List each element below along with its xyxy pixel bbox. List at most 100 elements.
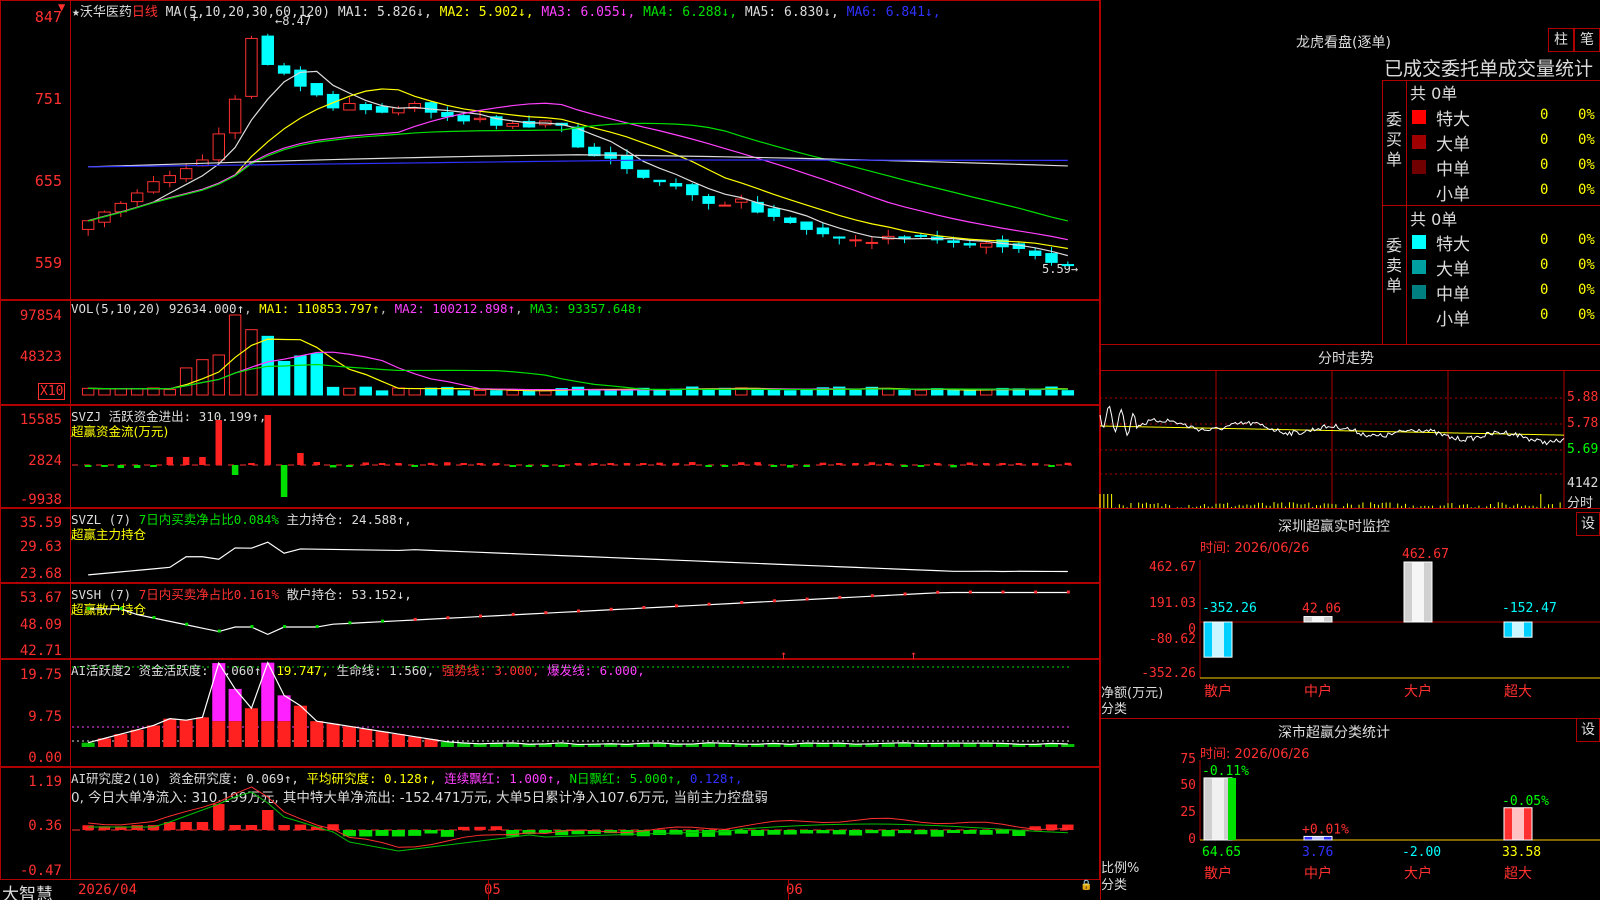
stats-title: 深市超赢分类统计 <box>1278 725 1390 741</box>
ai-bar <box>163 718 177 747</box>
order-type: 大单 <box>1436 260 1470 280</box>
monitor-axis-label: -352.26 <box>1141 666 1196 681</box>
research-bar <box>751 830 765 836</box>
ai-bar <box>81 742 95 747</box>
order-type: 中单 <box>1436 285 1470 305</box>
flow-bar <box>264 415 272 465</box>
svzj-chart[interactable] <box>72 405 1098 508</box>
candle-body <box>310 83 323 96</box>
buy-orders-label: 委买单 <box>1386 110 1403 169</box>
svsh-dot <box>870 594 874 598</box>
volume-bar <box>947 389 960 396</box>
research-bar <box>359 830 373 837</box>
monitor-settings-button[interactable]: 设 <box>1576 512 1600 536</box>
volume-bar <box>522 390 536 396</box>
candle-body <box>702 196 715 204</box>
order-type: 特大 <box>1436 110 1470 130</box>
vol-axis-top: 97854 <box>19 308 62 324</box>
candle-body <box>261 35 274 65</box>
ai-axis-0: 19.75 <box>19 667 62 683</box>
ai-bar <box>146 725 161 747</box>
svzl-axis-0: 35.59 <box>19 515 62 531</box>
ai-bar <box>310 721 324 747</box>
flow-bar <box>395 463 402 465</box>
candle-body <box>800 221 813 230</box>
ai-axis-1: 9.75 <box>28 709 62 725</box>
stats-xlabel: 分类 <box>1101 878 1128 893</box>
volume-bar <box>702 388 715 396</box>
flow-bar <box>754 462 761 465</box>
volume-bar <box>784 390 797 396</box>
divider <box>1406 80 1407 344</box>
lock-icon[interactable]: 🔒 <box>1080 880 1092 891</box>
candlestick-chart[interactable] <box>72 0 1098 300</box>
monitor-value-label: -352.26 <box>1202 601 1257 616</box>
svsh-chart[interactable] <box>72 583 1098 659</box>
order-pct: 0% <box>1578 257 1595 273</box>
price-axis-label: 847 <box>34 8 62 26</box>
tick <box>488 880 489 900</box>
svsh-dot <box>544 611 548 615</box>
candle-body <box>163 175 177 184</box>
volume-bar <box>179 367 193 396</box>
volume-bar <box>849 389 862 396</box>
svsh-axis-0: 53.67 <box>19 590 62 606</box>
flow-bar <box>525 465 533 467</box>
candle-body <box>179 168 193 180</box>
flow-bar <box>982 463 990 465</box>
stats-bar-accent <box>1228 777 1236 840</box>
svsh-dot <box>413 617 417 621</box>
svsh-dot <box>805 597 809 601</box>
candle-body <box>130 192 144 203</box>
candle-body <box>865 241 879 244</box>
ai-activity-chart[interactable]: ↑ ↑ <box>72 648 1098 767</box>
intraday-chart[interactable] <box>1099 370 1565 508</box>
flow-bar <box>933 463 941 465</box>
svsh-dot <box>838 595 842 599</box>
research-bar <box>947 830 961 834</box>
stats-top-label: -0.11% <box>1202 764 1249 779</box>
sell-total: 共 0单 <box>1410 210 1458 229</box>
date-label-apr: 2026/04 <box>78 882 138 898</box>
volume-bar <box>245 329 258 396</box>
volume-bar <box>800 389 813 396</box>
research-bar <box>474 826 486 830</box>
research-bar <box>1062 824 1074 830</box>
stats-axis-label: 0 <box>1188 832 1196 847</box>
research-bar <box>213 804 225 830</box>
monitor-category: 中户 <box>1304 683 1332 700</box>
stats-settings-button[interactable]: 设 <box>1576 718 1600 742</box>
research-bar <box>849 830 863 836</box>
flow-bar <box>721 465 729 467</box>
stats-category: 中户 <box>1304 865 1332 882</box>
research-bar <box>767 830 781 835</box>
svzl-chart[interactable] <box>72 508 1098 583</box>
flow-bar <box>901 465 908 467</box>
bar-view-button[interactable]: 柱 <box>1548 28 1574 52</box>
candle-body <box>228 98 242 134</box>
flow-bar <box>84 465 92 467</box>
ai-research-chart[interactable] <box>72 767 1098 880</box>
research-bar <box>196 822 209 830</box>
candle-body <box>343 103 356 111</box>
monitor-title: 深圳超赢实时监控 <box>1278 519 1390 535</box>
ai-bar <box>228 721 242 747</box>
flow-bar <box>117 465 125 468</box>
research-green-line <box>88 791 1068 852</box>
svsh-dot <box>1066 590 1070 594</box>
ai-burst-bar <box>212 663 226 722</box>
intraday-axis-0: 5.88 <box>1567 390 1599 405</box>
stats-category: 超大 <box>1504 866 1532 882</box>
research-bar <box>229 825 241 830</box>
order-pct: 0% <box>1578 282 1595 298</box>
research-bar <box>408 830 422 836</box>
volume-bar <box>571 386 585 396</box>
stats-top-label: +0.01% <box>1302 822 1349 837</box>
volume-chart[interactable] <box>72 300 1098 405</box>
monitor-axis-label: 462.67 <box>1149 560 1196 575</box>
stats-bar-highlight <box>1212 777 1224 840</box>
research-bar <box>424 830 438 834</box>
divider <box>1100 718 1600 719</box>
tick-view-button[interactable]: 笔 <box>1574 28 1600 52</box>
monitor-value-label: 462.67 <box>1402 547 1449 562</box>
